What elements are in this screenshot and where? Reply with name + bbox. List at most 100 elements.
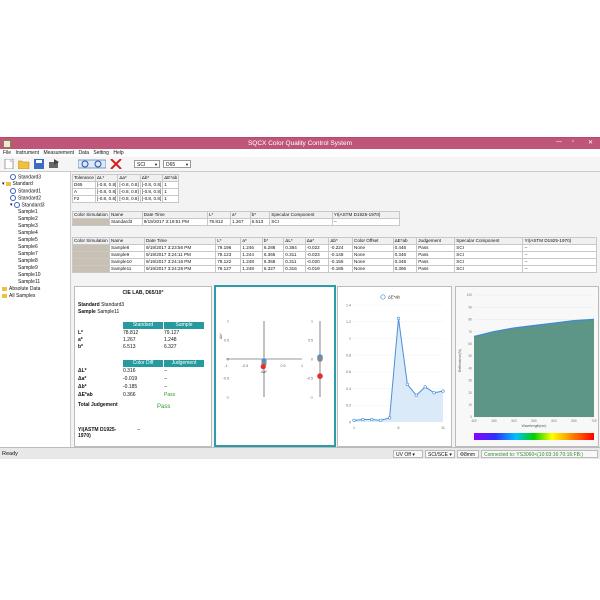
export-icon[interactable] (48, 159, 60, 169)
data-point[interactable] (370, 417, 374, 422)
column-header[interactable]: Color Simulation (72, 211, 110, 219)
column-header[interactable]: a* (230, 211, 251, 219)
data-point[interactable] (379, 418, 383, 422)
data-point[interactable] (361, 417, 365, 422)
aperture-select[interactable]: Φ8mm (457, 450, 479, 458)
column-header[interactable]: ΔL* (94, 174, 119, 182)
column-header[interactable]: Δb* (139, 174, 164, 182)
column-header[interactable]: L* (215, 237, 242, 245)
column-header[interactable]: L* (206, 211, 232, 219)
data-point[interactable] (352, 418, 356, 422)
column-header[interactable]: Specular Component (269, 211, 333, 219)
column-header[interactable]: Date Time (141, 211, 208, 219)
tree-item[interactable]: Sample9 (18, 265, 38, 271)
tree-item[interactable]: Sample5 (18, 237, 38, 243)
mode-select[interactable]: SCI ▼ (134, 160, 160, 168)
tree-item[interactable]: Sample4 (18, 230, 38, 236)
menu-instrument[interactable]: Instrument (15, 149, 39, 157)
table-row[interactable]: F2 [-0.8, 0.8] [-0.8, 0.8] [-0.8, 0.8] 1 (72, 195, 180, 203)
tree-item[interactable]: All Samples (2, 293, 35, 299)
table-row[interactable]: A [-0.8, 0.8] [-0.8, 0.8] [-0.8, 0.8] 1 (72, 188, 180, 196)
column-header[interactable]: b* (249, 211, 271, 219)
expand-arrow-icon[interactable]: ▾ (2, 181, 5, 187)
menu-file[interactable]: File (3, 149, 11, 157)
minimize-button[interactable]: — (556, 139, 562, 145)
column-header[interactable]: Judgement (416, 237, 456, 245)
data-point[interactable] (405, 382, 409, 386)
menu-measurement[interactable]: Measurement (43, 149, 74, 157)
table-row[interactable]: Sample9 9/19/2017 3:24:11 PM 79.123 1.244 6.… (72, 251, 597, 259)
table-row[interactable]: Standard3 9/19/2017 3:19:51 PM 78.812 1.267… (72, 218, 401, 226)
table-row[interactable]: D65 [-0.8, 0.8] [-0.8, 0.8] [-0.8, 0.8] 1 (72, 181, 180, 189)
data-point[interactable] (432, 391, 436, 395)
tree-item-label: Sample8 (18, 258, 38, 264)
illuminant-select[interactable]: D65 ▼ (163, 160, 191, 168)
tree-item[interactable]: Standard2 (10, 195, 41, 201)
menu-data[interactable]: Data (78, 149, 89, 157)
title-bar: SQCX Color Quality Control System — ▫ ✕ (0, 138, 600, 149)
tree-item[interactable]: ▾ Standard3 (10, 202, 45, 208)
connection-status: Connected to: YS3060<(10:03:16:70:16:FB:… (481, 450, 598, 458)
delete-icon[interactable] (110, 159, 122, 169)
maximize-button[interactable]: ▫ (572, 139, 574, 145)
tree-item[interactable]: Sample10 (18, 272, 41, 278)
tree-item[interactable]: Sample7 (18, 251, 38, 257)
column-header[interactable]: b* (261, 237, 285, 245)
color-difference-panel[interactable]: -1-0.500.5110.50-0.5-1Δa*Δb*10.50-0.5-1 (214, 285, 336, 447)
expand-arrow-icon[interactable]: ▾ (10, 202, 13, 208)
l-data-point[interactable] (317, 373, 323, 379)
tree-item[interactable]: Sample2 (18, 216, 38, 222)
save-icon[interactable] (33, 159, 45, 169)
tree-item[interactable]: Sample3 (18, 223, 38, 229)
column-header[interactable]: Color Simulation (72, 237, 110, 245)
table-row[interactable]: Sample8 9/19/2017 3:23:56 PM 79.196 1.246 6.… (72, 244, 597, 252)
data-point[interactable] (260, 364, 266, 370)
column-header[interactable]: YI(ASTM D1925-1970) (331, 211, 401, 219)
data-point[interactable] (414, 393, 418, 397)
column-header[interactable]: Name (109, 211, 143, 219)
tree-item[interactable]: Standard3 (10, 174, 41, 180)
data-point[interactable] (423, 385, 427, 389)
menu-setting[interactable]: Setting (93, 149, 109, 157)
main-area: Tolerance ΔL* Δa* Δb* ΔE*ab D65 [-0.8, 0.8] [-… (72, 172, 600, 447)
table-cell: 1 (162, 181, 180, 189)
close-button[interactable]: ✕ (588, 139, 593, 146)
column-header[interactable]: ΔE*ab (162, 174, 180, 182)
tree-item[interactable]: Sample8 (18, 258, 38, 264)
sci-sce-value: SCI/SCE (428, 452, 449, 458)
l-data-point[interactable] (317, 356, 323, 362)
open-folder-icon[interactable] (18, 159, 30, 169)
color-diff-column-header: Color Diff (123, 360, 163, 367)
column-header[interactable]: Name (109, 237, 145, 245)
data-point[interactable] (396, 316, 401, 320)
uv-select[interactable]: UV Off ▾ (393, 450, 423, 458)
tree-item[interactable]: Sample6 (18, 244, 38, 250)
table-row[interactable]: Sample10 9/19/2017 3:24:16 PM 79.122 1.248 6… (72, 258, 597, 266)
tree-item[interactable]: Sample11 (18, 279, 40, 285)
column-header[interactable]: Color Offset (352, 237, 394, 245)
table-cell: SCI (454, 244, 524, 252)
column-header[interactable]: ΔE*ab (392, 237, 418, 245)
column-header[interactable]: ΔL* (283, 237, 306, 245)
column-header[interactable]: YI(ASTM D1925-1970) (522, 237, 597, 245)
table-row[interactable]: Sample11 9/19/2017 3:24:28 PM 79.127 1.248 6… (72, 265, 597, 273)
column-header[interactable]: Δa* (117, 174, 141, 182)
column-header[interactable]: Δa* (304, 237, 330, 245)
column-header[interactable]: Specular Component (454, 237, 524, 245)
column-header[interactable]: Δb* (328, 237, 354, 245)
column-header[interactable]: Tolerance (72, 174, 96, 182)
measure-standard-icon[interactable] (78, 159, 106, 169)
menu-help[interactable]: Help (113, 149, 123, 157)
data-point[interactable] (387, 416, 392, 420)
tree-item[interactable]: Sample1 (18, 209, 38, 215)
data-point[interactable] (441, 389, 445, 393)
tree-item[interactable]: Absolute Data (2, 286, 40, 292)
tree-item[interactable]: Standard1 (10, 188, 41, 194)
tree-item[interactable]: ▾ Standard (2, 181, 33, 187)
color-swatch (72, 251, 110, 259)
sci-sce-select[interactable]: SCI/SCE ▾ (425, 450, 455, 458)
new-file-icon[interactable] (3, 159, 15, 169)
value-label: L* (78, 330, 83, 336)
column-header[interactable]: a* (240, 237, 263, 245)
column-header[interactable]: Date Time (143, 237, 217, 245)
